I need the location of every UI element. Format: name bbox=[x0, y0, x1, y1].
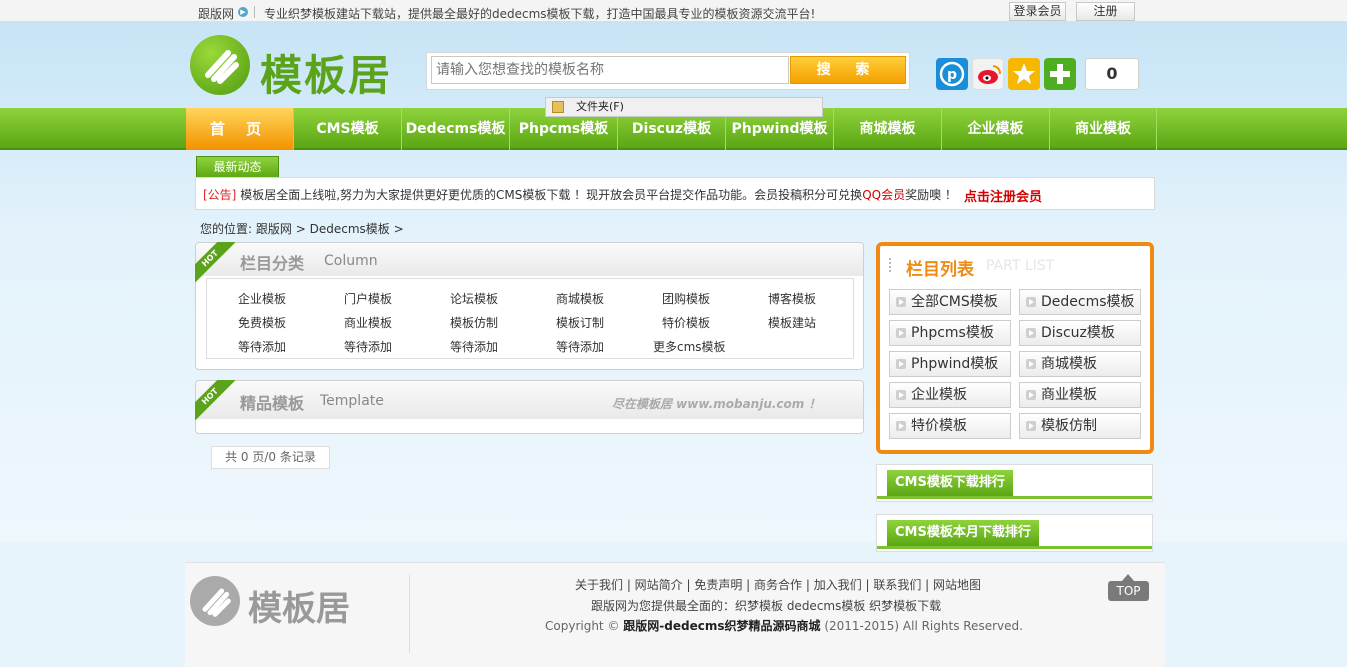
nav-item-enterprise[interactable]: 企业模板 bbox=[941, 108, 1049, 150]
folder-popup-menu[interactable]: 文件夹(F) bbox=[545, 97, 823, 117]
hot-badge: HOT bbox=[195, 242, 235, 282]
drag-handle-icon bbox=[889, 258, 893, 272]
category-link[interactable]: 商业模板 bbox=[344, 314, 392, 331]
divider bbox=[877, 546, 1152, 549]
copyright-suffix: (2011-2015) All Rights Reserved. bbox=[824, 619, 1023, 633]
template-ad-text: 尽在模板居 www.mobanju.com ！ bbox=[612, 397, 821, 411]
category-link[interactable]: 等待添加 bbox=[344, 338, 392, 355]
divider bbox=[409, 575, 410, 653]
footer-keywords[interactable]: 跟版网为您提供最全面的：织梦模板 dedecms模板 织梦模板下载 bbox=[591, 597, 941, 614]
divider bbox=[877, 496, 1152, 499]
part-list-item[interactable]: 商业模板 bbox=[1019, 382, 1141, 408]
category-link[interactable]: 模板建站 bbox=[768, 314, 816, 331]
favorite-star-icon[interactable] bbox=[1008, 58, 1040, 90]
announcement-text-end: 奖励噢 ！ bbox=[905, 188, 957, 202]
register-button[interactable]: 注册 bbox=[1076, 2, 1135, 21]
pager-info: 共 0 页/0 条记录 bbox=[211, 446, 330, 469]
category-link[interactable]: 门户模板 bbox=[344, 290, 392, 307]
category-link[interactable]: 免费模板 bbox=[238, 314, 286, 331]
arrow-circle-icon: ▶ bbox=[238, 7, 248, 17]
part-list-item[interactable]: 模板仿制 bbox=[1019, 413, 1141, 439]
share-p-icon[interactable]: p bbox=[936, 58, 968, 90]
part-list-item[interactable]: 企业模板 bbox=[889, 382, 1011, 408]
nav-item-cms[interactable]: CMS模板 bbox=[293, 108, 401, 150]
category-link[interactable]: 商城模板 bbox=[556, 290, 604, 307]
weekly-ranking-panel: CMS模板下载排行 bbox=[876, 464, 1153, 502]
part-list-item[interactable]: Dedecms模板 bbox=[1019, 289, 1141, 315]
footer-links[interactable]: 关于我们 | 网站简介 | 免责声明 | 商务合作 | 加入我们 | 联系我们 … bbox=[575, 576, 981, 593]
add-plus-icon[interactable] bbox=[1044, 58, 1076, 90]
category-link[interactable]: 等待添加 bbox=[556, 338, 604, 355]
site-home-link[interactable]: 跟版网 bbox=[198, 5, 234, 22]
chevron-right-icon: > bbox=[393, 222, 404, 236]
breadcrumb-current[interactable]: Dedecms模板 bbox=[310, 222, 390, 236]
monthly-ranking-tab[interactable]: CMS模板本月下载排行 bbox=[887, 520, 1039, 546]
news-tab[interactable]: 最新动态 bbox=[196, 156, 279, 178]
search-button[interactable]: 搜 索 bbox=[790, 56, 906, 84]
arrow-up-icon bbox=[1122, 574, 1134, 581]
announcement: [公告] 模板居全面上线啦,努力为大家提供更好更优质的CMS模板下载 ！现开放会… bbox=[203, 186, 957, 203]
nav-item-dedecms[interactable]: Dedecms模板 bbox=[401, 108, 509, 150]
part-list-title-en: PART LIST bbox=[986, 258, 1055, 274]
footer-logo-icon bbox=[190, 576, 240, 626]
share-count: 0 bbox=[1085, 58, 1139, 90]
category-link[interactable]: 等待添加 bbox=[450, 338, 498, 355]
breadcrumb: 您的位置: 跟版网 > Dedecms模板 > bbox=[200, 220, 404, 237]
folder-icon bbox=[552, 101, 564, 113]
folder-menu-label: 文件夹(F) bbox=[576, 100, 624, 113]
search-input[interactable] bbox=[431, 56, 789, 84]
category-link[interactable]: 企业模板 bbox=[238, 290, 286, 307]
part-list-item[interactable]: 商城模板 bbox=[1019, 351, 1141, 377]
chevron-right-icon: > bbox=[295, 222, 306, 236]
announcement-tag: [公告] bbox=[203, 188, 237, 202]
copyright: Copyright © 跟版网-dedecms织梦精品源码商城 (2011-20… bbox=[545, 617, 1023, 634]
part-list-item[interactable]: 特价模板 bbox=[889, 413, 1011, 439]
back-to-top-button[interactable]: TOP bbox=[1108, 581, 1149, 601]
weibo-icon[interactable] bbox=[972, 58, 1004, 90]
category-grid: 企业模板 门户模板 论坛模板 商城模板 团购模板 博客模板 免费模板 商业模板 … bbox=[206, 278, 854, 359]
breadcrumb-home[interactable]: 跟版网 bbox=[256, 222, 292, 236]
part-list-item[interactable]: 全部CMS模板 bbox=[889, 289, 1011, 315]
part-list-title: 栏目列表 bbox=[906, 260, 974, 280]
copyright-prefix: Copyright © bbox=[545, 619, 620, 633]
logo-icon[interactable] bbox=[190, 35, 250, 95]
template-title-en: Template bbox=[320, 393, 384, 409]
part-list-item[interactable]: Phpcms模板 bbox=[889, 320, 1011, 346]
category-link[interactable]: 模板订制 bbox=[556, 314, 604, 331]
category-link[interactable]: 博客模板 bbox=[768, 290, 816, 307]
category-link[interactable]: 更多cms模板 bbox=[653, 338, 726, 355]
breadcrumb-label: 您的位置: bbox=[200, 222, 253, 236]
nav-item-mall[interactable]: 商城模板 bbox=[833, 108, 941, 150]
footer-logo-text: 模板居 bbox=[248, 589, 350, 629]
logo-text[interactable]: 模板居 bbox=[260, 42, 392, 103]
column-title: 栏目分类 bbox=[240, 254, 305, 273]
copyright-name[interactable]: 跟版网-dedecms织梦精品源码商城 bbox=[623, 619, 820, 633]
site-slogan: 专业织梦模板建站下载站，提供最全最好的dedecms模板下载，打造中国最具专业的… bbox=[264, 7, 816, 21]
category-link[interactable]: 等待添加 bbox=[238, 338, 286, 355]
nav-item-business[interactable]: 商业模板 bbox=[1049, 108, 1157, 150]
announcement-text: 模板居全面上线啦,努力为大家提供更好更优质的CMS模板下载 ！现开放会员平台提交… bbox=[240, 188, 863, 202]
column-title-en: Column bbox=[324, 253, 378, 269]
nav-item-home[interactable]: 首 页 bbox=[186, 108, 293, 150]
category-link[interactable]: 论坛模板 bbox=[450, 290, 498, 307]
part-list-item[interactable]: Phpwind模板 bbox=[889, 351, 1011, 377]
register-member-link[interactable]: 点击注册会员 bbox=[964, 186, 1042, 205]
category-link[interactable]: 特价模板 bbox=[662, 314, 710, 331]
weekly-ranking-tab[interactable]: CMS模板下载排行 bbox=[887, 470, 1013, 496]
svg-text:p: p bbox=[947, 67, 957, 83]
hot-badge: HOT bbox=[195, 380, 235, 420]
divider bbox=[254, 6, 255, 18]
template-title: 精品模板 bbox=[240, 394, 305, 413]
category-link[interactable]: 模板仿制 bbox=[450, 314, 498, 331]
category-link[interactable]: 团购模板 bbox=[662, 290, 710, 307]
qq-member-link[interactable]: QQ会员 bbox=[862, 188, 905, 202]
part-list-item[interactable]: Discuz模板 bbox=[1019, 320, 1141, 346]
login-button[interactable]: 登录会员 bbox=[1009, 2, 1066, 21]
monthly-ranking-panel: CMS模板本月下载排行 bbox=[876, 514, 1153, 552]
